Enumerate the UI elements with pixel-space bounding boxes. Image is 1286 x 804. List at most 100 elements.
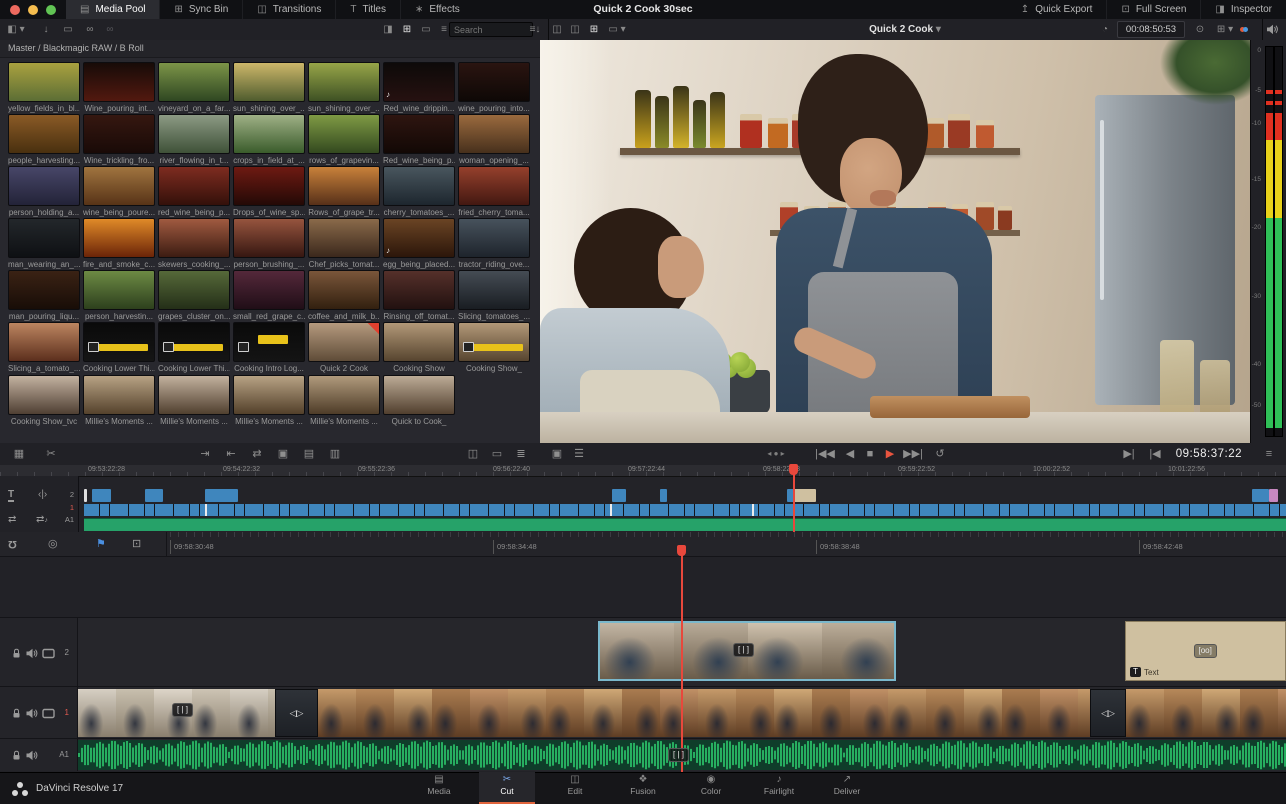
- mini-timeline[interactable]: 09:53:22:2809:54:22:3209:55:22:3609:56:2…: [0, 465, 1286, 532]
- media-clip[interactable]: tractor_riding_ove...: [458, 218, 530, 269]
- strip-view-icon[interactable]: ▭: [418, 19, 434, 40]
- mon-icon[interactable]: [42, 708, 55, 719]
- media-clip[interactable]: small_red_grape_c...: [233, 270, 305, 321]
- append-icon[interactable]: ⇤: [222, 443, 240, 465]
- media-clip[interactable]: Cooking Intro Log...: [233, 322, 305, 373]
- media-clip[interactable]: Millie's Moments ...: [158, 375, 230, 426]
- minimize-window-button[interactable]: [28, 5, 38, 15]
- play-button[interactable]: ▶: [882, 443, 898, 465]
- adjust-controls-icon[interactable]: ☰: [570, 443, 588, 465]
- tab-media-pool[interactable]: ▤Media Pool: [66, 0, 160, 19]
- audio-mute-icon[interactable]: [1262, 19, 1283, 40]
- media-clip[interactable]: Wine_pouring_int...: [83, 62, 155, 113]
- maximize-window-button[interactable]: [46, 5, 56, 15]
- media-clip[interactable]: wine_pouring_into...: [458, 62, 530, 113]
- media-clip[interactable]: sun_shining_over_...: [308, 62, 380, 113]
- media-clip[interactable]: Chef_picks_tomat...: [308, 218, 380, 269]
- snapping-magnet-icon[interactable]: Ω: [8, 532, 17, 556]
- timeline-selector-dropdown[interactable]: Quick 2 Cook ▾: [860, 19, 950, 40]
- tab-transitions[interactable]: ◫Transitions: [243, 0, 336, 19]
- timeline-resolution-icon[interactable]: ▦: [6, 443, 32, 465]
- page-fairlight[interactable]: ♪Fairlight: [751, 772, 807, 804]
- track-number[interactable]: 1: [65, 708, 69, 717]
- timeline-view-icon[interactable]: ⊞: [586, 19, 602, 40]
- bin-view-dropdown[interactable]: ◧ ▾: [5, 19, 27, 40]
- video-clip-filmstrip[interactable]: [1126, 689, 1286, 737]
- flag-icon[interactable]: ⚑: [96, 532, 106, 556]
- mini-timeline-clip[interactable]: [84, 489, 87, 502]
- media-clip[interactable]: ♪Red_wine_drippin...: [383, 62, 455, 113]
- media-clip[interactable]: rows_of_grapevin...: [308, 114, 380, 165]
- selected-video-clip[interactable]: [ | ]: [598, 621, 896, 681]
- media-clip[interactable]: sun_shining_over_...: [233, 62, 305, 113]
- playhead-pin[interactable]: [677, 545, 686, 556]
- camera-compare-icon[interactable]: ⊡: [132, 532, 141, 556]
- mini-timeline-clip[interactable]: [794, 489, 816, 502]
- media-clip[interactable]: Cooking Show_tvc: [8, 375, 80, 426]
- relink-icon[interactable]: ∞: [82, 19, 98, 40]
- spk-icon[interactable]: [26, 648, 39, 659]
- step-back-button[interactable]: ◀: [842, 443, 858, 465]
- place-on-top-icon[interactable]: ▤: [300, 443, 318, 465]
- title-clip[interactable]: TText[oo]: [1125, 621, 1286, 681]
- sort-icon[interactable]: ≡↓: [527, 19, 543, 40]
- loop-button[interactable]: ↺: [932, 443, 948, 465]
- mini-audio-track[interactable]: [84, 518, 1286, 531]
- media-clip[interactable]: skewers_cooking_...: [158, 218, 230, 269]
- media-clip[interactable]: Millie's Moments ...: [233, 375, 305, 426]
- track-number[interactable]: A1: [59, 750, 69, 759]
- mini-playhead[interactable]: [793, 465, 795, 532]
- media-clip[interactable]: fried_cherry_toma...: [458, 166, 530, 217]
- media-clip[interactable]: wine_being_poure...: [83, 166, 155, 217]
- page-edit[interactable]: ◫Edit: [547, 772, 603, 804]
- mini-timeline-clip[interactable]: [205, 489, 238, 502]
- search-input[interactable]: [449, 22, 533, 37]
- multicam-dropdown[interactable]: ⊞ ▾: [1212, 19, 1238, 40]
- inspector-button[interactable]: ◨Inspector: [1201, 0, 1286, 19]
- tab-titles[interactable]: TTitles: [336, 0, 401, 19]
- spk-icon[interactable]: [26, 708, 39, 719]
- mini-timeline-clip[interactable]: [1252, 489, 1269, 502]
- page-deliver[interactable]: ↗Deliver: [819, 772, 875, 804]
- media-clip[interactable]: Wine_trickling_fro...: [83, 114, 155, 165]
- split-clip-icon[interactable]: ✂: [42, 443, 60, 465]
- media-clip[interactable]: person_holding_a...: [8, 166, 80, 217]
- media-clip[interactable]: vineyard_on_a_far...: [158, 62, 230, 113]
- link-icon[interactable]: ∞: [102, 19, 118, 40]
- mini-track-label[interactable]: 2: [4, 490, 74, 499]
- color-controls-icon[interactable]: [1236, 19, 1252, 40]
- media-clip[interactable]: Slicing_a_tomato_...: [8, 322, 80, 373]
- media-clip[interactable]: coffee_and_milk_b...: [308, 270, 380, 321]
- media-clip[interactable]: man_wearing_an_...: [8, 218, 80, 269]
- media-clip[interactable]: fire_and_smoke_c...: [83, 218, 155, 269]
- media-clip[interactable]: man_pouring_liqu...: [8, 270, 80, 321]
- media-clip[interactable]: Cooking Show: [383, 322, 455, 373]
- timeline-menu-icon[interactable]: ≡: [1260, 443, 1278, 465]
- import-folder-icon[interactable]: ▭: [60, 19, 76, 40]
- spk-icon[interactable]: [26, 750, 39, 761]
- marker-icon[interactable]: ◎: [48, 532, 58, 556]
- mon-icon[interactable]: [42, 648, 55, 659]
- timeline-option-icon-3[interactable]: ≣: [512, 443, 530, 465]
- prev-edit-button[interactable]: |◀: [1146, 443, 1164, 465]
- viewer[interactable]: [540, 40, 1250, 443]
- quick-export-button[interactable]: ↥Quick Export: [1007, 0, 1108, 19]
- source-tape-view-icon[interactable]: ◫: [567, 19, 583, 40]
- close-up-icon[interactable]: ▣: [274, 443, 292, 465]
- media-clip[interactable]: Drops_of_wine_sp...: [233, 166, 305, 217]
- playhead[interactable]: [681, 554, 683, 772]
- timeline[interactable]: Ω ◎ ⚑ ⊡ 09:58:30:4809:58:34:4809:58:38:4…: [0, 532, 1286, 772]
- lock-icon[interactable]: [10, 750, 23, 761]
- video-clip-filmstrip[interactable]: [318, 689, 1090, 737]
- mini-timeline-clip[interactable]: [145, 489, 163, 502]
- media-clip[interactable]: people_harvesting...: [8, 114, 80, 165]
- metadata-view-icon[interactable]: ◨: [380, 19, 396, 40]
- lock-icon[interactable]: [10, 648, 23, 659]
- go-to-start-button[interactable]: |◀◀: [814, 443, 836, 465]
- import-media-icon[interactable]: ↓: [38, 19, 54, 40]
- go-to-end-button[interactable]: ▶▶|: [902, 443, 924, 465]
- media-clip[interactable]: Rinsing_off_tomat...: [383, 270, 455, 321]
- mini-timeline-clip[interactable]: [1269, 489, 1278, 502]
- page-cut[interactable]: ✂Cut: [479, 772, 535, 804]
- tab-effects[interactable]: ∗Effects: [401, 0, 474, 19]
